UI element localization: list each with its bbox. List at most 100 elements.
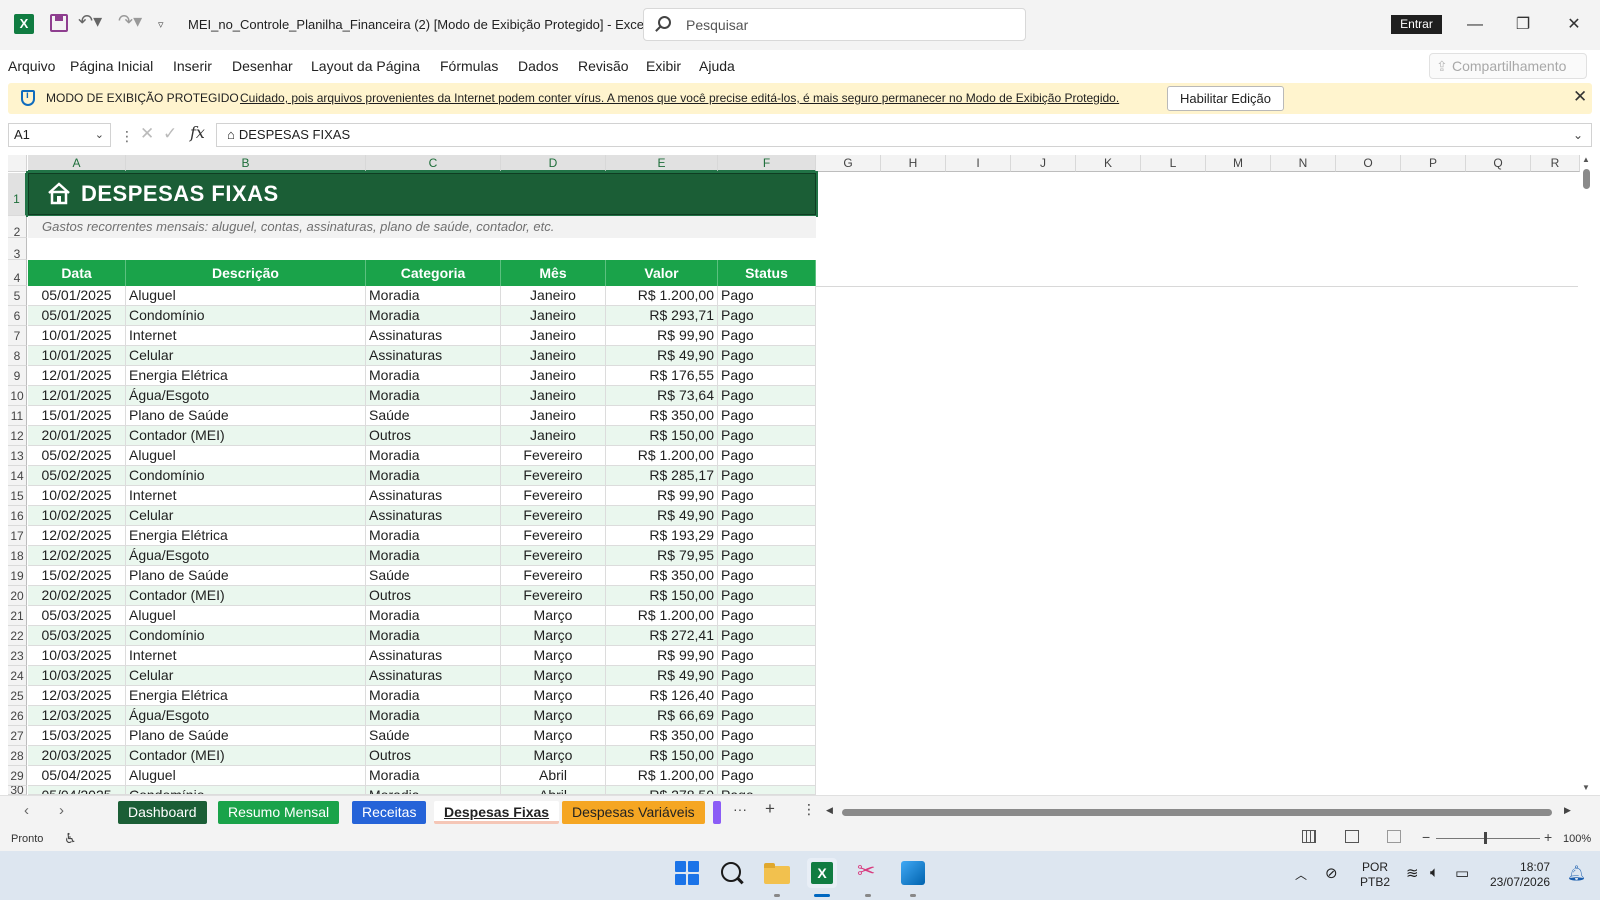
cell-status[interactable]: Pago xyxy=(718,346,816,365)
file-explorer-icon[interactable] xyxy=(762,858,792,888)
row-header[interactable]: 30 xyxy=(8,786,27,795)
menu-dados[interactable]: Dados xyxy=(518,58,558,74)
excel-taskbar-icon[interactable] xyxy=(807,858,837,888)
restore-button[interactable]: ❐ xyxy=(1500,10,1546,40)
cell-category[interactable]: Moradia xyxy=(366,286,501,305)
cell-category[interactable]: Saúde xyxy=(366,566,501,585)
row-header[interactable]: 23 xyxy=(8,646,27,666)
cell-value[interactable]: R$ 49,90 xyxy=(606,666,718,685)
add-sheet-icon[interactable]: + xyxy=(765,799,775,819)
sheet-tab-despesas-fixas[interactable]: Despesas Fixas xyxy=(434,801,560,824)
more-sheets-icon[interactable]: ··· xyxy=(733,801,747,817)
snipping-tool-icon[interactable] xyxy=(853,858,883,888)
cell-category[interactable]: Assinaturas xyxy=(366,666,501,685)
cell-category[interactable]: Moradia xyxy=(366,546,501,565)
cell-value[interactable]: R$ 49,90 xyxy=(606,346,718,365)
cell-value[interactable]: R$ 1.200,00 xyxy=(606,446,718,465)
cell-category[interactable]: Outros xyxy=(366,746,501,765)
page-layout-view-icon[interactable] xyxy=(1345,830,1359,843)
cell-date[interactable]: 12/02/2025 xyxy=(28,526,126,545)
cell-value[interactable]: R$ 99,90 xyxy=(606,486,718,505)
cell-date[interactable]: 10/01/2025 xyxy=(28,346,126,365)
cell-date[interactable]: 12/01/2025 xyxy=(28,366,126,385)
row-header[interactable]: 2 xyxy=(8,216,27,238)
column-header-k[interactable]: K xyxy=(1076,155,1141,172)
cell-date[interactable]: 15/03/2025 xyxy=(28,726,126,745)
column-header-q[interactable]: Q xyxy=(1466,155,1531,172)
zoom-out-icon[interactable]: − xyxy=(1422,829,1430,845)
cell-description[interactable]: Plano de Saúde xyxy=(126,406,366,425)
cell-status[interactable]: Pago xyxy=(718,486,816,505)
scroll-thumb[interactable] xyxy=(842,809,1552,816)
row-header[interactable]: 4 xyxy=(8,260,27,286)
column-title-category[interactable]: Categoria xyxy=(366,260,501,286)
column-header-f[interactable]: F xyxy=(718,155,816,172)
cell-description[interactable]: Condomínio xyxy=(126,626,366,645)
vertical-scrollbar[interactable]: ▲ ▼ xyxy=(1580,155,1592,792)
cell-month[interactable]: Fevereiro xyxy=(501,486,606,505)
cell-description[interactable]: Contador (MEI) xyxy=(126,426,366,445)
cell-category[interactable]: Moradia xyxy=(366,686,501,705)
cell-date[interactable]: 05/02/2025 xyxy=(28,446,126,465)
row-header[interactable]: 24 xyxy=(8,666,27,686)
save-icon[interactable] xyxy=(50,14,68,32)
cell-value[interactable]: R$ 150,00 xyxy=(606,746,718,765)
cell-status[interactable]: Pago xyxy=(718,646,816,665)
wifi-icon[interactable]: ≋ xyxy=(1406,864,1419,882)
cell-category[interactable]: Moradia xyxy=(366,386,501,405)
photos-icon[interactable] xyxy=(898,858,928,888)
cell-month[interactable]: Janeiro xyxy=(501,426,606,445)
cell-description[interactable]: Condomínio xyxy=(126,786,366,794)
menu-desenhar[interactable]: Desenhar xyxy=(232,58,293,74)
cell-status[interactable]: Pago xyxy=(718,546,816,565)
cell-category[interactable]: Moradia xyxy=(366,526,501,545)
formula-input[interactable]: ⌂ DESPESAS FIXAS ⌄ xyxy=(216,123,1592,147)
subtitle-row[interactable]: Gastos recorrentes mensais: aluguel, con… xyxy=(28,216,816,238)
column-header-i[interactable]: I xyxy=(946,155,1011,172)
cell-category[interactable]: Assinaturas xyxy=(366,486,501,505)
cell-date[interactable]: 20/01/2025 xyxy=(28,426,126,445)
insert-function-icon[interactable]: fx xyxy=(190,123,205,142)
cell-month[interactable]: Fevereiro xyxy=(501,586,606,605)
column-header-o[interactable]: O xyxy=(1336,155,1401,172)
cell-status[interactable]: Pago xyxy=(718,766,816,785)
cell-value[interactable]: R$ 150,00 xyxy=(606,426,718,445)
sheet-tab-partial[interactable] xyxy=(713,801,721,824)
cell-month[interactable]: Janeiro xyxy=(501,286,606,305)
row-header[interactable]: 19 xyxy=(8,566,27,586)
sheet-tab-dashboard[interactable]: Dashboard xyxy=(118,801,207,824)
horizontal-scrollbar[interactable]: ◀ ▶ xyxy=(826,804,1574,820)
cell-date[interactable]: 05/02/2025 xyxy=(28,466,126,485)
cell-date[interactable]: 05/04/2025 xyxy=(28,786,126,794)
cell-description[interactable]: Celular xyxy=(126,666,366,685)
chevron-up-icon[interactable]: ︿ xyxy=(1295,866,1307,883)
cell-status[interactable]: Pago xyxy=(718,746,816,765)
cell-description[interactable]: Celular xyxy=(126,346,366,365)
cell-category[interactable]: Moradia xyxy=(366,706,501,725)
cell-status[interactable]: Pago xyxy=(718,526,816,545)
cell-month[interactable]: Março xyxy=(501,626,606,645)
cell-month[interactable]: Abril xyxy=(501,766,606,785)
clock[interactable]: 18:07 23/07/2026 xyxy=(1490,860,1550,890)
cell-description[interactable]: Energia Elétrica xyxy=(126,686,366,705)
cell-value[interactable]: R$ 99,90 xyxy=(606,646,718,665)
accessibility-icon[interactable]: ♿ xyxy=(64,830,77,847)
cell-date[interactable]: 10/01/2025 xyxy=(28,326,126,345)
scroll-up-icon[interactable]: ▲ xyxy=(1582,155,1590,164)
cell-value[interactable]: R$ 193,29 xyxy=(606,526,718,545)
battery-icon[interactable]: ▭ xyxy=(1455,864,1469,882)
cell-description[interactable]: Plano de Saúde xyxy=(126,726,366,745)
cell-status[interactable]: Pago xyxy=(718,306,816,325)
cell-status[interactable]: Pago xyxy=(718,706,816,725)
row-header[interactable]: 17 xyxy=(8,526,27,546)
cell-status[interactable]: Pago xyxy=(718,586,816,605)
menu-layout-da-página[interactable]: Layout da Página xyxy=(311,58,420,74)
row-header[interactable]: 3 xyxy=(8,238,27,260)
row-header[interactable]: 28 xyxy=(8,746,27,766)
redo-icon[interactable]: ↷▾ xyxy=(118,11,142,32)
expand-formula-bar-icon[interactable]: ⌄ xyxy=(1573,124,1583,146)
cell-month[interactable]: Março xyxy=(501,606,606,625)
row-header[interactable]: 8 xyxy=(8,346,27,366)
zoom-slider-thumb[interactable] xyxy=(1484,832,1487,844)
column-header-c[interactable]: C xyxy=(366,155,501,172)
